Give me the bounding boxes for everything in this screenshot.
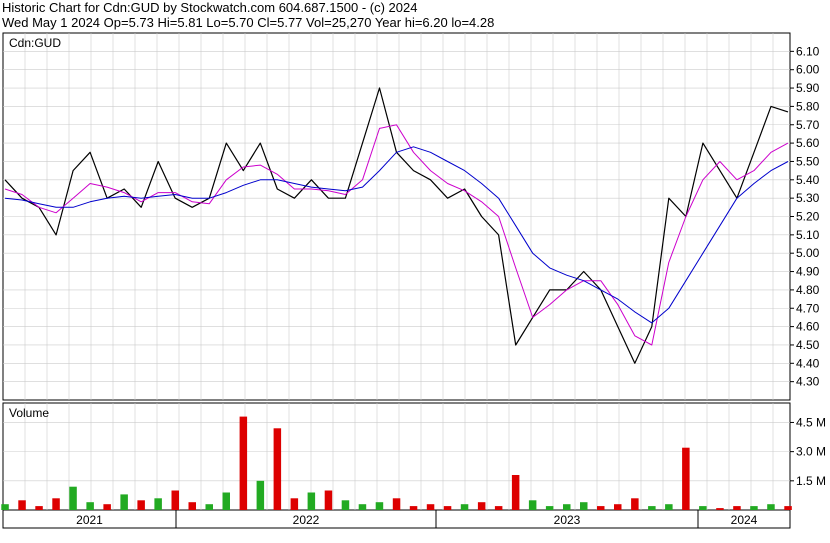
x-axis-year-label: 2023 xyxy=(554,513,581,527)
volume-bar xyxy=(341,500,350,510)
volume-bar xyxy=(290,498,299,510)
volume-bar xyxy=(18,500,26,510)
volume-y-tick-label: 3.0 M xyxy=(796,445,826,459)
volume-bar xyxy=(682,447,690,510)
volume-bar xyxy=(273,428,282,510)
volume-bar xyxy=(103,504,111,510)
volume-bar xyxy=(699,506,707,510)
price-y-tick-label: 5.10 xyxy=(796,228,820,242)
volume-bar xyxy=(580,502,588,510)
volume-bar xyxy=(188,502,196,510)
price-y-tick-label: 5.20 xyxy=(796,210,820,224)
volume-bar xyxy=(35,506,43,510)
volume-bar xyxy=(750,506,758,510)
x-axis-year-label: 2021 xyxy=(76,513,103,527)
price-y-tick-label: 5.00 xyxy=(796,246,820,260)
volume-bar xyxy=(460,504,469,510)
price-legend: Cdn:GUD xyxy=(9,36,61,50)
stock-chart: 4.30 4.40 4.50 4.60 4.70 4.80 4.90 5.00 5.10 5.20… xyxy=(1,32,826,529)
volume-bar xyxy=(256,480,265,510)
volume-legend: Volume xyxy=(9,406,49,420)
volume-bar xyxy=(733,506,741,510)
price-y-tick-label: 5.70 xyxy=(796,118,820,132)
price-y-tick-label: 5.80 xyxy=(796,99,820,113)
volume-bar xyxy=(784,506,792,510)
volume-bar xyxy=(222,492,230,510)
volume-bar xyxy=(358,504,367,510)
volume-bar xyxy=(239,416,248,510)
volume-bar xyxy=(597,506,605,510)
volume-bar xyxy=(324,490,333,510)
volume-bar xyxy=(375,502,384,510)
volume-bar xyxy=(120,494,128,510)
price-y-tick-label: 4.90 xyxy=(796,265,820,279)
volume-bar xyxy=(137,500,145,510)
volume-bar xyxy=(443,506,452,510)
volume-bar xyxy=(477,502,486,510)
price-y-tick-label: 4.50 xyxy=(796,338,820,352)
volume-bar xyxy=(171,490,179,510)
price-y-tick-label: 4.70 xyxy=(796,301,820,315)
price-y-tick-label: 5.30 xyxy=(796,191,820,205)
volume-y-tick-label: 1.5 M xyxy=(796,474,826,488)
volume-bar xyxy=(767,504,775,510)
price-y-tick-label: 4.30 xyxy=(796,375,820,389)
volume-panel xyxy=(2,402,791,511)
volume-bar xyxy=(545,506,554,510)
price-y-tick-label: 5.50 xyxy=(796,154,820,168)
volume-bar xyxy=(392,498,401,510)
x-axis-band xyxy=(2,509,791,529)
volume-bar xyxy=(563,504,571,510)
volume-bar xyxy=(52,498,60,510)
volume-y-tick-label: 4.5 M xyxy=(796,415,826,429)
volume-bar xyxy=(528,500,537,510)
volume-bar xyxy=(494,506,503,510)
price-y-tick-label: 4.40 xyxy=(796,356,820,370)
volume-bar xyxy=(86,502,94,510)
volume-bar xyxy=(154,498,162,510)
volume-bar xyxy=(409,506,418,510)
volume-bar xyxy=(665,504,673,510)
x-axis-year-label: 2024 xyxy=(731,513,758,527)
price-y-tick-label: 5.90 xyxy=(796,81,820,95)
volume-bar xyxy=(648,506,656,510)
price-y-tick-label: 5.40 xyxy=(796,173,820,187)
volume-bar xyxy=(716,508,724,510)
price-y-tick-label: 4.60 xyxy=(796,320,820,334)
volume-bar xyxy=(205,504,213,510)
price-y-tick-label: 6.10 xyxy=(796,44,820,58)
volume-bar xyxy=(631,498,639,510)
volume-bar xyxy=(307,492,316,510)
price-y-tick-label: 6.00 xyxy=(796,63,820,77)
volume-bar xyxy=(426,504,435,510)
volume-bar xyxy=(511,475,520,510)
price-y-tick-label: 5.60 xyxy=(796,136,820,150)
volume-bar xyxy=(1,504,9,510)
price-y-tick-label: 4.80 xyxy=(796,283,820,297)
volume-bar xyxy=(614,504,622,510)
volume-bar xyxy=(69,486,77,510)
x-axis-year-label: 2022 xyxy=(293,513,320,527)
